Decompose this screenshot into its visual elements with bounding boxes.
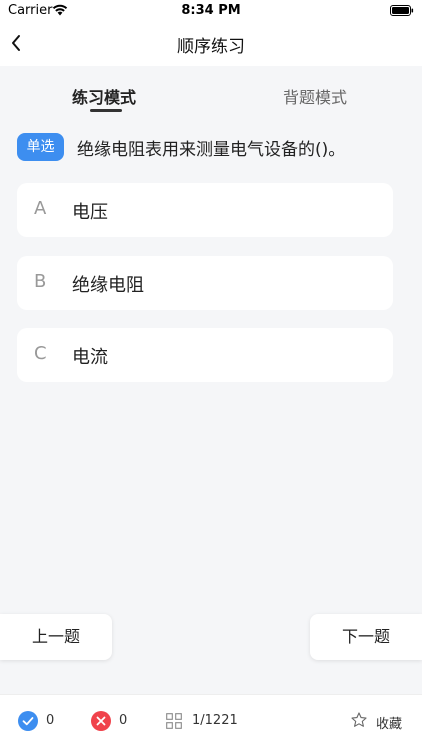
grid-icon[interactable] [166,713,182,729]
option-b[interactable]: B 绝缘电阻 [17,256,393,310]
battery-icon [390,5,414,16]
option-text: 电压 [72,202,108,223]
question-type-badge: 单选 [17,133,64,161]
option-text: 电流 [72,347,108,368]
option-a[interactable]: A 电压 [17,183,393,237]
tab-review-mode[interactable]: 背题模式 [283,84,347,108]
option-letter: B [34,271,47,292]
check-circle-icon [18,711,38,731]
favorite-button[interactable]: 收藏 [376,713,402,732]
previous-question-button[interactable]: 上一题 [0,614,112,660]
status-bar: Carrier 8:34 PM [0,0,422,22]
question-progress[interactable]: 1/1221 [192,713,238,728]
wrong-circle-icon [91,711,111,731]
page-title: 顺序练习 [177,37,245,57]
question-text: 绝缘电阻表用来测量电气设备的()。 [77,140,346,160]
nav-bar: 顺序练习 [0,22,422,66]
bottom-bar: 0 0 1/1221 收藏 [0,694,422,751]
option-c[interactable]: C 电流 [17,328,393,382]
option-letter: C [34,343,47,364]
next-question-button[interactable]: 下一题 [310,614,422,660]
wrong-count: 0 [119,713,128,728]
tab-practice-mode[interactable]: 练习模式 [72,84,136,108]
option-letter: A [34,198,47,219]
option-text: 绝缘电阻 [72,275,144,296]
correct-count: 0 [46,713,55,728]
active-tab-indicator [90,109,122,112]
status-time: 8:34 PM [181,3,241,18]
star-icon[interactable] [351,712,367,728]
